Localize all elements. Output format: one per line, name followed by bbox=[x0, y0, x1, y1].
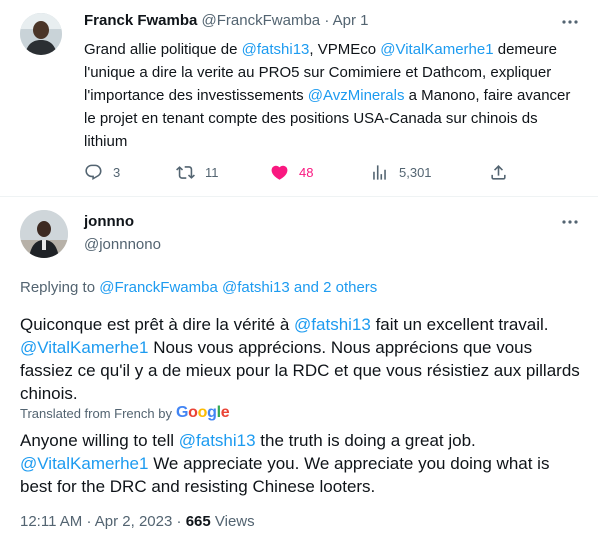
reply-views-label: Views bbox=[214, 513, 255, 530]
separator-dot: · bbox=[324, 12, 330, 29]
mention-link[interactable]: @fatshi13 bbox=[242, 41, 310, 58]
tweet-text-segment: Grand allie politique de bbox=[84, 41, 242, 58]
mention-link[interactable]: @VitalKamerhe1 bbox=[20, 454, 148, 473]
mention-link[interactable]: @VitalKamerhe1 bbox=[380, 41, 493, 58]
google-logo: Google bbox=[175, 404, 230, 421]
mention-link[interactable]: @AvzMinerals bbox=[308, 87, 405, 104]
author-handle[interactable]: @FranckFwamba bbox=[202, 12, 321, 29]
more-icon[interactable] bbox=[560, 212, 580, 232]
replying-prefix: Replying to bbox=[20, 279, 100, 296]
share-button[interactable] bbox=[489, 160, 508, 184]
tweet-text-segment: , VPMEco bbox=[309, 41, 381, 58]
reply-icon bbox=[85, 164, 102, 180]
reply-timestamp-row: 12:11 AM · Apr 2, 2023 · 665 Views bbox=[20, 513, 255, 530]
separator-dot: · bbox=[176, 513, 182, 530]
retweet-count: 11 bbox=[205, 164, 219, 180]
action-bar: 3 11 48 5,301 bbox=[84, 160, 584, 184]
reply-text-segment: Anyone willing to tell bbox=[20, 431, 179, 450]
tweet-text: Grand allie politique de @fatshi13, VPME… bbox=[84, 38, 584, 153]
reply-views-count: 665 bbox=[185, 513, 211, 530]
translation-attribution[interactable]: Translated from French by Google bbox=[20, 404, 230, 422]
reply-translated-text: Anyone willing to tell @fatshi13 the tru… bbox=[20, 429, 580, 498]
like-icon bbox=[271, 165, 288, 180]
mention-link[interactable]: @VitalKamerhe1 bbox=[20, 338, 148, 357]
share-icon bbox=[491, 164, 506, 180]
retweet-button[interactable]: 11 bbox=[176, 160, 219, 184]
more-icon[interactable] bbox=[560, 12, 580, 32]
reply-author-avatar[interactable] bbox=[20, 210, 68, 258]
author-name[interactable]: Franck Fwamba bbox=[84, 12, 197, 29]
retweet-icon bbox=[176, 165, 195, 179]
reply-button[interactable]: 3 bbox=[84, 160, 120, 184]
reply-time[interactable]: 12:11 AM bbox=[20, 513, 82, 530]
replying-to: Replying to @FranckFwamba @fatshi13 and … bbox=[20, 279, 377, 296]
reply-count: 3 bbox=[113, 164, 121, 180]
like-button[interactable]: 48 bbox=[270, 160, 313, 184]
tweet-date[interactable]: Apr 1 bbox=[333, 12, 369, 29]
author-avatar[interactable] bbox=[20, 13, 62, 55]
reply-author-name[interactable]: jonnno bbox=[84, 213, 134, 230]
mention-link[interactable]: @fatshi13 bbox=[294, 315, 371, 334]
parent-tweet[interactable]: Franck Fwamba @FranckFwamba · Apr 1 Gran… bbox=[0, 0, 598, 197]
like-count: 48 bbox=[299, 164, 314, 180]
views-icon bbox=[373, 164, 386, 180]
translated-label: Translated from French by bbox=[20, 405, 172, 421]
reply-author-handle[interactable]: @jonnnono bbox=[84, 236, 161, 253]
separator-dot: · bbox=[86, 513, 92, 530]
reply-text-segment: Quiconque est prêt à dire la vérité à bbox=[20, 315, 295, 334]
mention-link[interactable]: @fatshi13 bbox=[179, 431, 256, 450]
reply-date[interactable]: Apr 2, 2023 bbox=[95, 513, 173, 530]
replying-to-links[interactable]: @FranckFwamba @fatshi13 and 2 others bbox=[99, 279, 377, 296]
reply-text-segment: fait un excellent travail. bbox=[370, 315, 549, 334]
reply-original-text: Quiconque est prêt à dire la vérité à @f… bbox=[20, 313, 580, 405]
views-button[interactable]: 5,301 bbox=[370, 160, 432, 184]
views-count: 5,301 bbox=[399, 164, 432, 180]
tweet-header: Franck Fwamba @FranckFwamba · Apr 1 bbox=[84, 12, 369, 29]
reply-text-segment: the truth is doing a great job. bbox=[255, 431, 476, 450]
